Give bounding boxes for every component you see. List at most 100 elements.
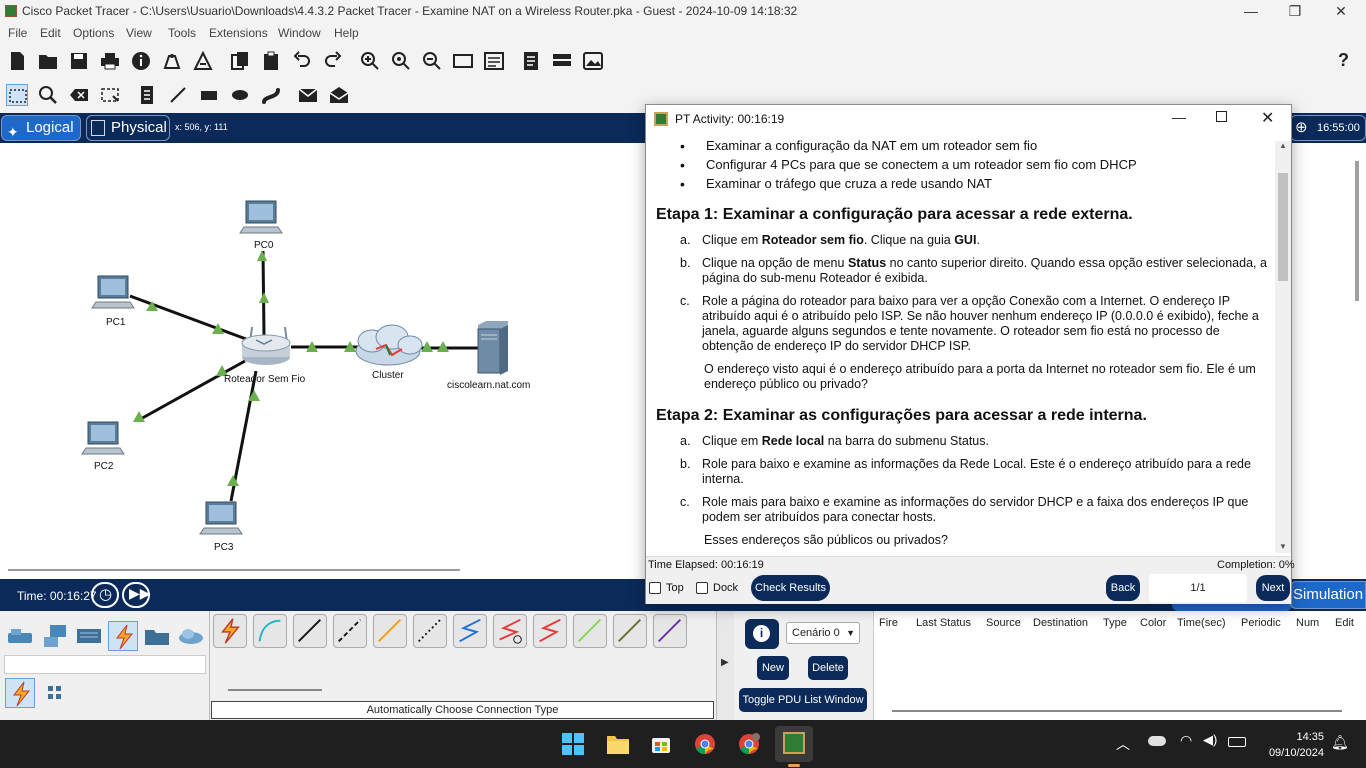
draw-rectangle-icon[interactable] xyxy=(198,84,220,106)
device-search-field[interactable] xyxy=(4,655,206,674)
redo-icon[interactable] xyxy=(322,50,344,72)
delete-icon[interactable] xyxy=(68,84,90,106)
console-cable-icon[interactable] xyxy=(253,614,287,648)
back-button[interactable]: Back xyxy=(1106,575,1140,601)
new-scenario-button[interactable]: New xyxy=(757,656,789,680)
dialog-minimize-button[interactable]: — xyxy=(1172,109,1186,125)
new-file-icon[interactable] xyxy=(6,50,28,72)
coaxial-cable-icon[interactable] xyxy=(453,614,487,648)
scroll-up-icon[interactable]: ▲ xyxy=(1279,141,1287,150)
minimize-button[interactable]: — xyxy=(1228,0,1274,23)
serial-dte-icon[interactable] xyxy=(533,614,567,648)
grid-view-icon[interactable] xyxy=(40,678,70,708)
menu-view[interactable]: View xyxy=(126,26,152,40)
place-note-icon[interactable] xyxy=(136,84,158,106)
phone-cable-icon[interactable] xyxy=(413,614,447,648)
inspect-icon[interactable] xyxy=(37,84,59,106)
menu-tools[interactable]: Tools xyxy=(168,26,196,40)
octal-cable-icon[interactable] xyxy=(573,614,607,648)
col-color[interactable]: Color xyxy=(1140,617,1166,629)
zoom-in-icon[interactable] xyxy=(359,50,381,72)
serial-dce-icon[interactable] xyxy=(493,614,527,648)
miscellaneous-category-icon[interactable] xyxy=(142,621,172,651)
scenario-info-button[interactable]: i xyxy=(745,619,779,649)
dialog-maximize-button[interactable] xyxy=(1216,111,1227,122)
toggle-pdu-list-button[interactable]: Toggle PDU List Window xyxy=(739,688,867,712)
col-edit[interactable]: Edit xyxy=(1335,617,1354,629)
col-destination[interactable]: Destination xyxy=(1033,617,1088,629)
fiber-cable-icon[interactable] xyxy=(373,614,407,648)
fast-forward-button[interactable]: ▶▶ xyxy=(122,582,151,608)
canvas-scrollbar[interactable] xyxy=(8,569,460,571)
dialog-close-button[interactable]: ✕ xyxy=(1261,108,1274,128)
col-fire[interactable]: Fire xyxy=(879,617,898,629)
copper-cross-over-icon[interactable] xyxy=(333,614,367,648)
tab-simulation[interactable]: Simulation xyxy=(1290,581,1366,609)
tab-logical[interactable]: ✦ Logical xyxy=(1,115,81,141)
draw-line-icon[interactable] xyxy=(167,84,189,106)
top-checkbox[interactable] xyxy=(649,582,661,594)
taskbar-clock[interactable]: 14:35 09/10/2024 xyxy=(1269,729,1324,761)
usb-cable-icon[interactable] xyxy=(653,614,687,648)
zoom-reset-icon[interactable] xyxy=(390,50,412,72)
dock-checkbox[interactable] xyxy=(696,582,708,594)
connections-subtype-icon[interactable] xyxy=(5,678,35,708)
col-last-status[interactable]: Last Status xyxy=(916,617,971,629)
delete-scenario-button[interactable]: Delete xyxy=(808,656,848,680)
iot-custom-cable-icon[interactable] xyxy=(613,614,647,648)
menu-extensions[interactable]: Extensions xyxy=(209,26,268,40)
zoom-out-icon[interactable] xyxy=(421,50,443,72)
scenario-select[interactable]: Cenário 0 ▼ xyxy=(786,622,860,644)
panel-splitter[interactable]: ▶ xyxy=(716,611,734,720)
menu-edit[interactable]: Edit xyxy=(40,26,61,40)
dialog-title-bar[interactable]: PT Activity: 00:16:19 — ✕ xyxy=(646,105,1291,133)
connections-category-icon[interactable] xyxy=(108,621,138,651)
tab-physical[interactable]: Physical xyxy=(86,115,170,141)
onedrive-icon[interactable] xyxy=(1148,736,1166,746)
wifi-icon[interactable]: ◠ xyxy=(1180,732,1192,749)
draw-ellipse-icon[interactable] xyxy=(229,84,251,106)
auto-connection-icon[interactable] xyxy=(213,614,247,648)
info-icon[interactable] xyxy=(130,50,152,72)
show-hidden-icons[interactable]: ︿ xyxy=(1116,734,1130,754)
end-devices-category-icon[interactable] xyxy=(40,621,70,651)
chrome-profile-icon[interactable] xyxy=(738,733,760,755)
copper-straight-through-icon[interactable] xyxy=(293,614,327,648)
connection-scrollbar[interactable] xyxy=(228,689,322,691)
clock-badge[interactable]: ⊕ 16:55:00 xyxy=(1290,115,1366,141)
col-source[interactable]: Source xyxy=(986,617,1021,629)
volume-icon[interactable]: ◀) xyxy=(1203,732,1217,748)
col-periodic[interactable]: Periodic xyxy=(1241,617,1281,629)
help-icon[interactable]: ? xyxy=(1338,50,1349,71)
add-complex-pdu-icon[interactable] xyxy=(328,84,350,106)
custom-device-icon[interactable] xyxy=(483,50,505,72)
freeform-icon[interactable] xyxy=(260,84,282,106)
paste-icon[interactable] xyxy=(260,50,282,72)
power-cycle-button[interactable]: ◷ xyxy=(91,582,119,608)
close-button[interactable]: ✕ xyxy=(1318,0,1364,23)
device-template-icon[interactable] xyxy=(551,50,573,72)
open-folder-icon[interactable] xyxy=(37,50,59,72)
canvas-vertical-scrollbar[interactable] xyxy=(1355,161,1359,301)
drawing-palette-icon[interactable] xyxy=(452,50,474,72)
image-icon[interactable] xyxy=(582,50,604,72)
check-results-button[interactable]: Check Results xyxy=(751,575,830,601)
network-devices-category-icon[interactable] xyxy=(5,621,35,651)
pdu-table-scrollbar[interactable] xyxy=(892,710,1342,712)
col-num[interactable]: Num xyxy=(1296,617,1319,629)
notes-icon[interactable] xyxy=(520,50,542,72)
network-info-icon[interactable] xyxy=(161,50,183,72)
microsoft-store-icon[interactable] xyxy=(650,733,672,755)
next-button[interactable]: Next xyxy=(1256,575,1290,601)
undo-icon[interactable] xyxy=(291,50,313,72)
col-type[interactable]: Type xyxy=(1103,617,1127,629)
col-time[interactable]: Time(sec) xyxy=(1177,617,1225,629)
add-simple-pdu-icon[interactable] xyxy=(297,84,319,106)
resize-shape-icon[interactable] xyxy=(99,84,121,106)
menu-help[interactable]: Help xyxy=(334,26,359,40)
notification-bell-icon[interactable]: 🔔︎ xyxy=(1331,734,1349,751)
activity-wizard-icon[interactable] xyxy=(192,50,214,72)
packet-tracer-taskbar-button[interactable] xyxy=(775,726,813,762)
file-explorer-icon[interactable] xyxy=(606,733,630,755)
menu-options[interactable]: Options xyxy=(73,26,114,40)
